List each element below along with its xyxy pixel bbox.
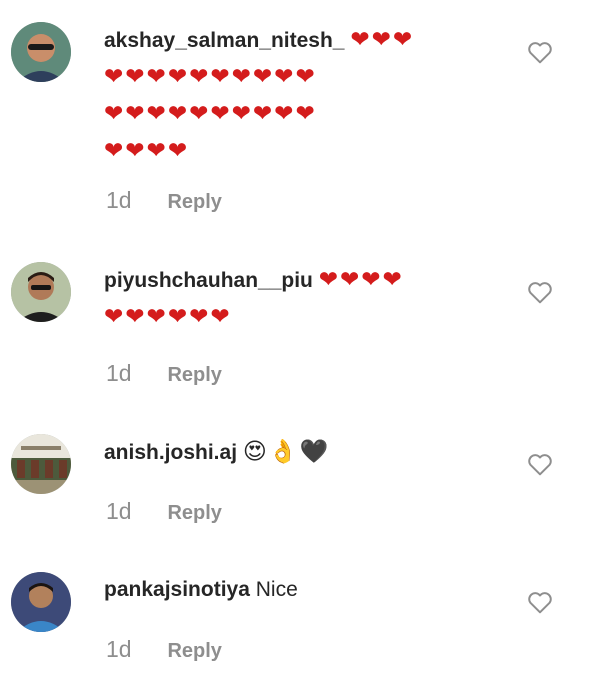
like-heart-icon[interactable] bbox=[527, 590, 553, 614]
avatar[interactable] bbox=[11, 572, 71, 632]
reply-button[interactable]: Reply bbox=[167, 640, 221, 662]
comment-username[interactable]: pankajsinotiya bbox=[104, 578, 250, 601]
comment-text: Nice bbox=[255, 578, 298, 601]
comment-timestamp: 1d bbox=[106, 636, 132, 662]
avatar-image-icon bbox=[11, 572, 71, 632]
comment-item: pankajsinotiya Nice 1d Reply bbox=[0, 0, 600, 697]
